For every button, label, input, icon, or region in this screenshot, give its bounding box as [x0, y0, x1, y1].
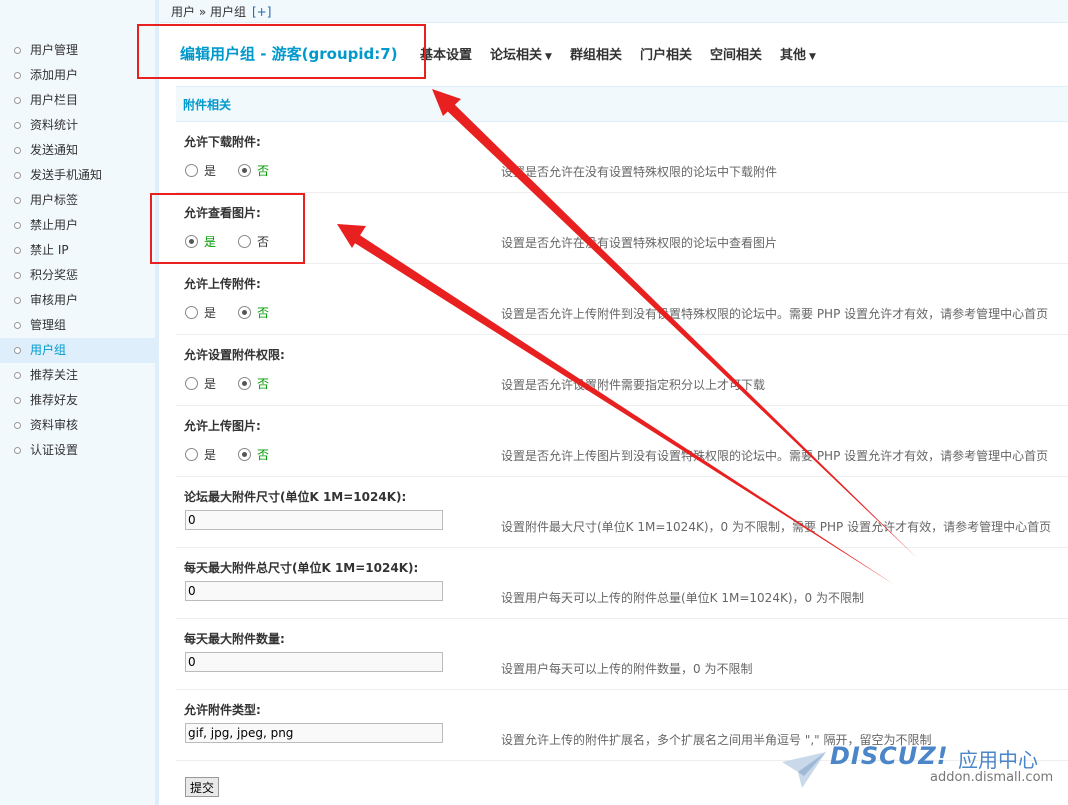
annotation-arrow-title: [432, 89, 917, 558]
annotation-arrow-view-image: [337, 224, 895, 585]
paper-plane-icon: [782, 752, 826, 788]
watermark-url: addon.dismall.com: [930, 770, 1054, 785]
watermark-brand: DISCUZ!: [830, 742, 949, 770]
watermark: DISCUZ! 应用中心 addon.dismall.com: [780, 742, 1060, 797]
annotation-arrows: [337, 89, 917, 585]
watermark-app-center: 应用中心: [958, 748, 1038, 772]
